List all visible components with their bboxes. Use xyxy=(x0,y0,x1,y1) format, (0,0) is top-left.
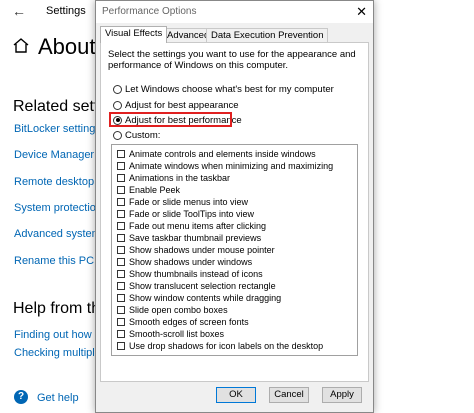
highlight-box xyxy=(109,112,232,127)
effect-item[interactable]: Animate windows when minimizing and maxi… xyxy=(117,160,333,171)
checkbox[interactable] xyxy=(117,185,125,194)
visual-effects-panel: Select the settings you want to use for … xyxy=(100,42,369,382)
checkbox[interactable] xyxy=(117,209,125,218)
checkbox[interactable] xyxy=(117,173,125,182)
effect-item[interactable]: Enable Peek xyxy=(117,184,180,195)
effect-label: Show shadows under windows xyxy=(129,256,253,267)
checkbox[interactable] xyxy=(117,281,125,290)
checkbox[interactable] xyxy=(117,221,125,230)
help-link-checking-multiple[interactable]: Checking multiple xyxy=(14,347,101,359)
cancel-button[interactable]: Cancel xyxy=(269,387,309,403)
effect-label: Show thumbnails instead of icons xyxy=(129,268,263,279)
checkbox[interactable] xyxy=(117,305,125,314)
effect-label: Save taskbar thumbnail previews xyxy=(129,232,262,243)
checkbox[interactable] xyxy=(117,161,125,170)
effect-label: Show translucent selection rectangle xyxy=(129,280,276,291)
effect-label: Show shadows under mouse pointer xyxy=(129,244,275,255)
effect-label: Smooth edges of screen fonts xyxy=(129,316,249,327)
effect-item[interactable]: Smooth edges of screen fonts xyxy=(117,316,249,327)
radio-label: Custom: xyxy=(125,129,161,141)
checkbox[interactable] xyxy=(117,317,125,326)
remote-desktop-link[interactable]: Remote desktop xyxy=(14,176,94,188)
checkbox[interactable] xyxy=(117,245,125,254)
panel-description: Select the settings you want to use for … xyxy=(108,49,356,71)
back-arrow-icon[interactable]: ← xyxy=(12,3,26,19)
effect-label: Fade or slide menus into view xyxy=(129,196,249,207)
dialog-titlebar[interactable]: Performance Options ✕ xyxy=(96,1,373,23)
radio-circle xyxy=(113,130,122,140)
get-help-link[interactable]: Get help xyxy=(37,392,79,404)
radio-best-appearance[interactable]: Adjust for best appearance xyxy=(113,99,239,111)
effect-item[interactable]: Use drop shadows for icon labels on the … xyxy=(117,340,323,351)
effect-item[interactable]: Animate controls and elements inside win… xyxy=(117,148,316,159)
ok-button[interactable]: OK xyxy=(216,387,256,403)
effect-item[interactable]: Fade out menu items after clicking xyxy=(117,220,266,231)
effect-item[interactable]: Fade or slide ToolTips into view xyxy=(117,208,254,219)
effect-item[interactable]: Show window contents while dragging xyxy=(117,292,281,303)
effect-item[interactable]: Slide open combo boxes xyxy=(117,304,228,315)
checkbox[interactable] xyxy=(117,233,125,242)
checkbox[interactable] xyxy=(117,197,125,206)
radio-circle xyxy=(113,100,122,110)
system-protection-link[interactable]: System protection xyxy=(14,202,102,214)
effect-label: Animate controls and elements inside win… xyxy=(129,148,316,159)
help-icon: ? xyxy=(14,390,28,404)
effect-item[interactable]: Save taskbar thumbnail previews xyxy=(117,232,261,243)
page-title: About xyxy=(38,34,96,59)
effect-label: Animations in the taskbar xyxy=(129,172,231,183)
checkbox[interactable] xyxy=(117,269,125,278)
effect-label: Fade or slide ToolTips into view xyxy=(129,208,255,219)
effect-item[interactable]: Show shadows under mouse pointer xyxy=(117,244,275,255)
tab-data-execution-prevention[interactable]: Data Execution Prevention xyxy=(206,28,329,42)
effect-item[interactable]: Show shadows under windows xyxy=(117,256,252,267)
effects-listbox[interactable]: Animate controls and elements inside win… xyxy=(111,144,358,356)
device-manager-link[interactable]: Device Manager xyxy=(14,149,94,161)
effect-label: Use drop shadows for icon labels on the … xyxy=(129,340,324,351)
tab-visual-effects[interactable]: Visual Effects xyxy=(100,26,168,43)
checkbox[interactable] xyxy=(117,257,125,266)
effect-label: Slide open combo boxes xyxy=(129,304,228,315)
radio-label: Adjust for best appearance xyxy=(125,99,239,111)
home-icon[interactable] xyxy=(12,36,30,54)
settings-window-title: Settings xyxy=(46,5,86,17)
effect-item[interactable]: Fade or slide menus into view xyxy=(117,196,248,207)
close-icon[interactable]: ✕ xyxy=(356,4,367,20)
radio-let-windows-choose[interactable]: Let Windows choose what's best for my co… xyxy=(113,83,334,95)
radio-label: Let Windows choose what's best for my co… xyxy=(125,83,334,95)
effect-item[interactable]: Show thumbnails instead of icons xyxy=(117,268,263,279)
help-link-finding-out[interactable]: Finding out how m xyxy=(14,329,104,341)
dialog-title: Performance Options xyxy=(102,6,197,17)
performance-options-dialog: Performance Options ✕ Visual Effects Adv… xyxy=(95,0,374,413)
effect-label: Show window contents while dragging xyxy=(129,292,282,303)
radio-custom[interactable]: Custom: xyxy=(113,129,160,141)
effect-item[interactable]: Animations in the taskbar xyxy=(117,172,230,183)
checkbox[interactable] xyxy=(117,293,125,302)
effect-label: Fade out menu items after clicking xyxy=(129,220,267,231)
effect-label: Enable Peek xyxy=(129,184,181,195)
effect-label: Smooth-scroll list boxes xyxy=(129,328,225,339)
bitlocker-settings-link[interactable]: BitLocker settings xyxy=(14,123,101,135)
checkbox[interactable] xyxy=(117,341,125,350)
effect-label: Animate windows when minimizing and maxi… xyxy=(129,160,334,171)
checkbox[interactable] xyxy=(117,329,125,338)
checkbox[interactable] xyxy=(117,149,125,158)
effect-item[interactable]: Smooth-scroll list boxes xyxy=(117,328,224,339)
effect-item[interactable]: Show translucent selection rectangle xyxy=(117,280,276,291)
radio-circle xyxy=(113,84,122,94)
apply-button[interactable]: Apply xyxy=(322,387,362,403)
